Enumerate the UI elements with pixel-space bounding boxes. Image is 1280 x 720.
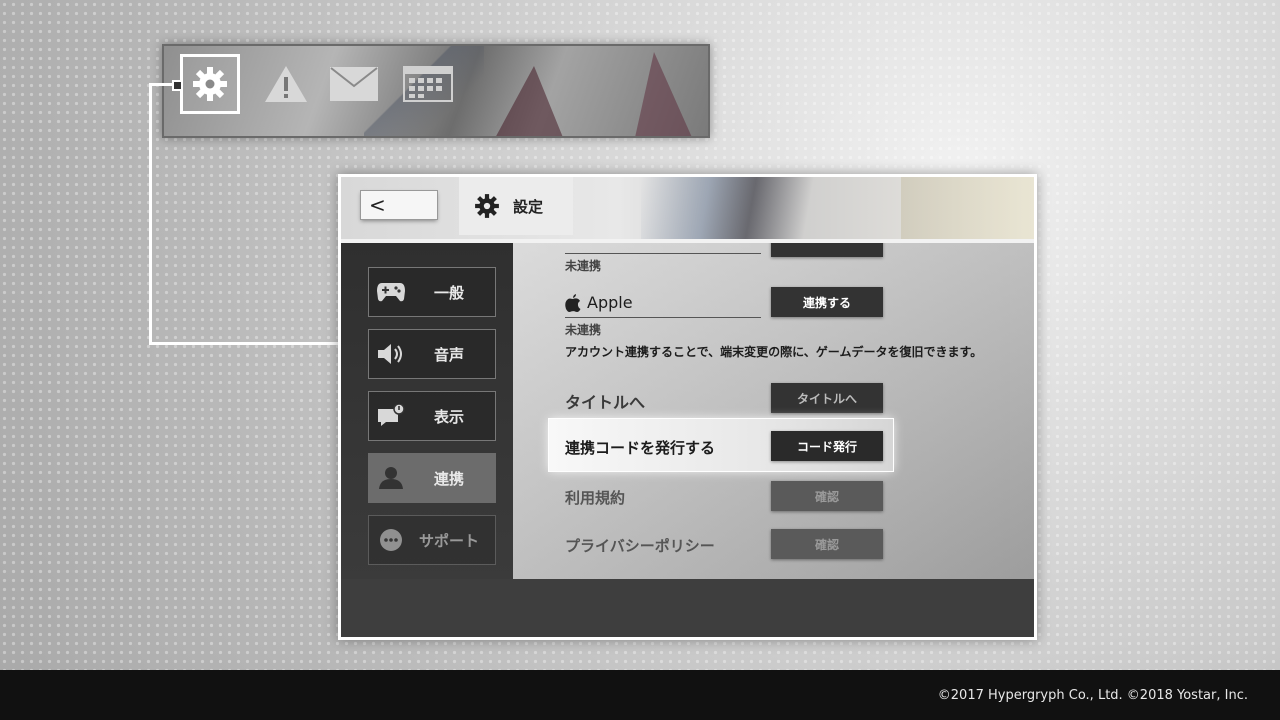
calendar-icon[interactable] — [398, 54, 458, 114]
back-arrow-icon: < — [369, 193, 386, 217]
gear-icon — [475, 194, 499, 218]
connector-line — [149, 85, 152, 345]
apple-link-status: 未連携 — [565, 323, 602, 337]
return-title-button[interactable]: タイトルへ — [771, 383, 883, 413]
sidebar-item-label: サポート — [418, 531, 479, 550]
mail-icon[interactable] — [324, 54, 384, 114]
sidebar-item-label: 表示 — [433, 407, 464, 426]
tab-settings-label: 設定 — [513, 197, 544, 216]
settings-sidebar: 一般 音声 表示 連携 サポート — [341, 243, 513, 579]
sidebar-item-support[interactable]: サポート — [368, 515, 496, 565]
panel-bottom-bar — [341, 579, 1034, 637]
chat-icon — [369, 528, 413, 552]
link-button-prev[interactable] — [771, 243, 883, 257]
divider — [565, 317, 761, 318]
link-notice: アカウント連携することで、端末変更の際に、ゲームデータを復旧できます。 — [565, 345, 983, 359]
sidebar-item-link[interactable]: 連携 — [368, 453, 496, 503]
issue-code-label: 連携コードを発行する — [565, 439, 716, 457]
sidebar-item-label: 連携 — [433, 469, 464, 488]
notice-icon — [369, 404, 413, 428]
terms-confirm-button[interactable]: 確認 — [771, 481, 883, 511]
gear-icon[interactable] — [180, 54, 240, 114]
settings-content: 未連携 Apple 連携する 未連携 アカウント連携することで、端末変更の際に、… — [513, 243, 1034, 579]
apple-link-button[interactable]: 連携する — [771, 287, 883, 317]
apple-label: Apple — [587, 293, 633, 312]
gamepad-icon — [369, 281, 413, 303]
speaker-icon — [369, 342, 413, 366]
title-row-label: タイトルへ — [565, 393, 646, 412]
sidebar-item-display[interactable]: 表示 — [368, 391, 496, 441]
sidebar-item-general[interactable]: 一般 — [368, 267, 496, 317]
settings-header: < 設定 — [341, 177, 1034, 243]
user-icon — [369, 466, 413, 490]
apple-icon — [565, 293, 581, 312]
sidebar-item-label: 一般 — [433, 283, 464, 302]
top-toolbar — [162, 44, 710, 138]
connector-node — [172, 80, 183, 91]
copyright-text: ©2017 Hypergryph Co., Ltd. ©2018 Yostar,… — [937, 687, 1248, 703]
warning-icon[interactable] — [256, 54, 316, 114]
connector-line — [149, 342, 339, 345]
issue-code-button[interactable]: コード発行 — [771, 431, 883, 461]
sidebar-item-label: 音声 — [433, 345, 464, 364]
divider — [565, 253, 761, 254]
tab-settings[interactable]: 設定 — [459, 177, 573, 235]
link-status: 未連携 — [565, 259, 602, 273]
privacy-confirm-button[interactable]: 確認 — [771, 529, 883, 559]
apple-row-label: Apple — [565, 293, 633, 312]
privacy-label: プライバシーポリシー — [565, 537, 715, 555]
sidebar-item-audio[interactable]: 音声 — [368, 329, 496, 379]
copyright-footer: ©2017 Hypergryph Co., Ltd. ©2018 Yostar,… — [0, 670, 1280, 720]
settings-panel: < 設定 一般 音声 表示 連携 サポート 未連携 Apple 連携する 未連携… — [338, 174, 1037, 640]
back-button[interactable]: < — [361, 191, 437, 219]
terms-label: 利用規約 — [565, 489, 626, 507]
